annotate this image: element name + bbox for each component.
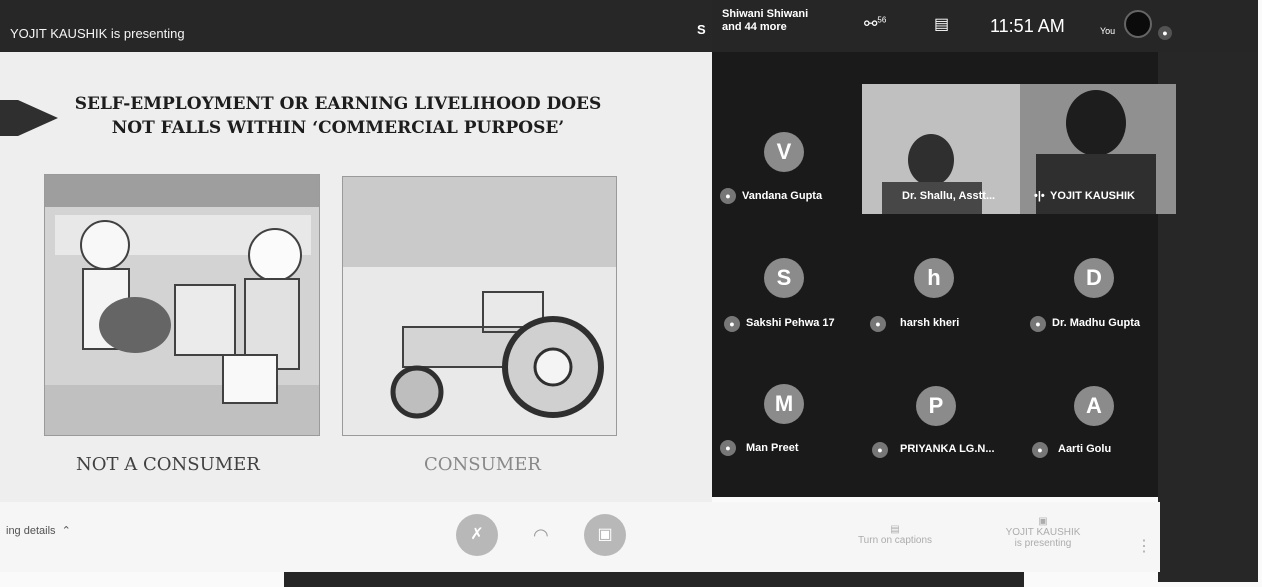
captions-icon: ▤ [890, 524, 900, 535]
avatar-manpreet: M [764, 384, 804, 424]
self-label: You [1100, 26, 1116, 36]
more-options-icon[interactable]: ⋮ [1136, 536, 1152, 556]
participant-initial: S [697, 22, 706, 37]
taskbar-strip [284, 572, 1024, 587]
people-icon[interactable]: ⚯56 [864, 14, 886, 34]
avatar-harsh: h [914, 258, 954, 298]
control-bar [0, 502, 1160, 572]
shop-illustration-svg [45, 175, 319, 435]
camera-toggle-button[interactable]: ▣ [584, 514, 626, 556]
present-icon: ▣ [1038, 516, 1048, 527]
caption-consumer: CONSUMER [424, 454, 541, 475]
avatar-vandana: V [764, 132, 804, 172]
presented-slide: SELF-EMPLOYMENT OR EARNING LIVELIHOOD DO… [0, 52, 712, 502]
avatar-madhu: D [1074, 258, 1114, 298]
mic-off-icon: ● [872, 442, 888, 458]
participant-name: Man Preet [746, 442, 799, 454]
speaking-icon: •|• [1034, 190, 1045, 202]
captions-label: Turn on captions [857, 535, 933, 546]
mic-off-icon: ● [720, 440, 736, 456]
participant-name: Sakshi Pehwa 17 [746, 317, 835, 329]
presenting-button[interactable]: ▣ YOJIT KAUSHIK is presenting [998, 516, 1088, 549]
participant-name: PRIYANKA LG.N... [900, 443, 995, 455]
meeting-details-label: ing details [6, 525, 56, 537]
participant-name: YOJIT KAUSHIK [1050, 190, 1135, 202]
slide-title-line-2: NOT FALLS WITHIN ‘COMMERCIAL PURPOSE’ [111, 118, 565, 138]
participant-silhouette [1066, 90, 1126, 156]
avatar-priyanka: P [916, 386, 956, 426]
self-badge: ● [1158, 26, 1172, 40]
end-call-icon[interactable]: ◠ [533, 525, 549, 546]
mic-off-icon: ● [1032, 442, 1048, 458]
tractor-illustration [342, 176, 617, 436]
shop-illustration [44, 174, 320, 436]
self-avatar[interactable] [1124, 10, 1152, 38]
caption-not-consumer: NOT A CONSUMER [76, 454, 260, 475]
presenter-label: YOJIT KAUSHIK is presenting [10, 26, 185, 41]
participant-name: harsh kheri [900, 317, 960, 329]
chat-icon[interactable]: ▤ [934, 14, 949, 34]
tractor-illustration-svg [343, 177, 616, 435]
participant-name: Dr. Madhu Gupta [1052, 317, 1140, 329]
chevron-up-icon: ⌃ [58, 525, 71, 537]
slide-title: SELF-EMPLOYMENT OR EARNING LIVELIHOOD DO… [48, 92, 628, 140]
participant-name: Aarti Golu [1058, 443, 1112, 455]
participant-count: 56 [877, 15, 887, 25]
participants-line-1: Shiwani Shiwani [722, 8, 809, 20]
meeting-details-button[interactable]: ing details ⌃ [6, 524, 71, 537]
mic-off-icon: ● [1030, 316, 1046, 332]
presenting-line-1: YOJIT KAUSHIK [1005, 527, 1081, 538]
captions-button[interactable]: ▤ Turn on captions [850, 524, 940, 546]
slide-arrow-bar [0, 100, 18, 136]
participants-summary[interactable]: Shiwani Shiwani and 44 more [722, 8, 808, 34]
clock: 11:51 AM [990, 16, 1065, 36]
participant-name: Vandana Gupta [742, 190, 823, 202]
participant-silhouette [908, 134, 954, 186]
participant-name: Dr. Shallu, Asstt... [902, 190, 996, 202]
avatar-sakshi: S [764, 258, 804, 298]
mic-off-icon: ● [724, 316, 740, 332]
mic-off-icon: ● [720, 188, 736, 204]
participant-body [1036, 154, 1156, 214]
participants-line-2: and 44 more [722, 21, 787, 33]
avatar-aarti: A [1074, 386, 1114, 426]
slide-title-line-1: SELF-EMPLOYMENT OR EARNING LIVELIHOOD DO… [74, 94, 602, 114]
mic-toggle-button[interactable]: ✗ [456, 514, 498, 556]
presenting-line-2: is presenting [1014, 538, 1072, 549]
mic-off-icon: ● [870, 316, 886, 332]
